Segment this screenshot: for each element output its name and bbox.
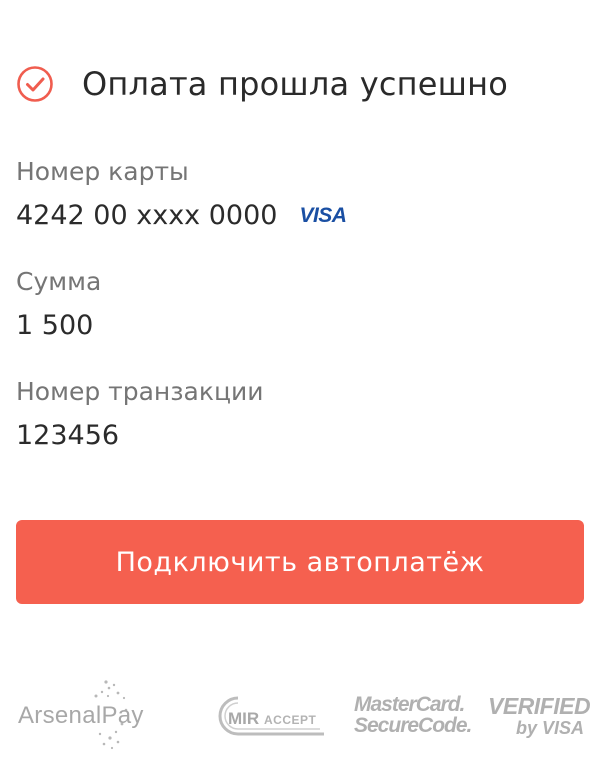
card-number-value: 4242 00 xxxx 0000 [16, 200, 278, 231]
mastercard-securecode-logo: MasterCard. SecureCode. [354, 694, 472, 740]
arsenalpay-text: ArsenalPay [18, 702, 144, 729]
transaction-label: Номер транзакции [16, 377, 264, 406]
card-number-row: 4242 00 xxxx 0000 VISA [16, 198, 347, 234]
check-circle-icon [16, 65, 54, 103]
amount-field: Сумма 1 500 [16, 266, 101, 344]
enable-autopay-button[interactable]: Подключить автоплатёж [16, 520, 584, 604]
payment-logos: ArsenalPay MIR ACCEPT MasterCard. Secure… [16, 676, 591, 756]
visa-logo: VISA [299, 204, 347, 227]
arsenalpay-logo: ArsenalPay [16, 676, 166, 756]
svg-text:MIR: MIR [228, 709, 259, 728]
by-visa-text: by VISA [515, 718, 584, 738]
verified-by-visa-logo: VERIFIED by VISA [488, 693, 591, 740]
status-title: Оплата прошла успешно [82, 65, 509, 103]
securecode-text: SecureCode. [354, 714, 472, 737]
transaction-value: 123456 [16, 420, 120, 451]
amount-label: Сумма [16, 267, 102, 296]
card-number-label: Номер карты [16, 157, 189, 186]
mir-accept-logo: MIR ACCEPT [216, 694, 328, 738]
svg-text:ACCEPT: ACCEPT [264, 713, 317, 727]
payment-status: Оплата прошла успешно [16, 60, 508, 108]
mastercard-text: MasterCard. [354, 693, 465, 716]
transaction-field: Номер транзакции 123456 [16, 376, 263, 454]
verified-text: VERIFIED [488, 693, 591, 719]
card-number-field: Номер карты 4242 00 xxxx 0000 VISA [16, 156, 347, 234]
amount-value: 1 500 [16, 310, 94, 341]
